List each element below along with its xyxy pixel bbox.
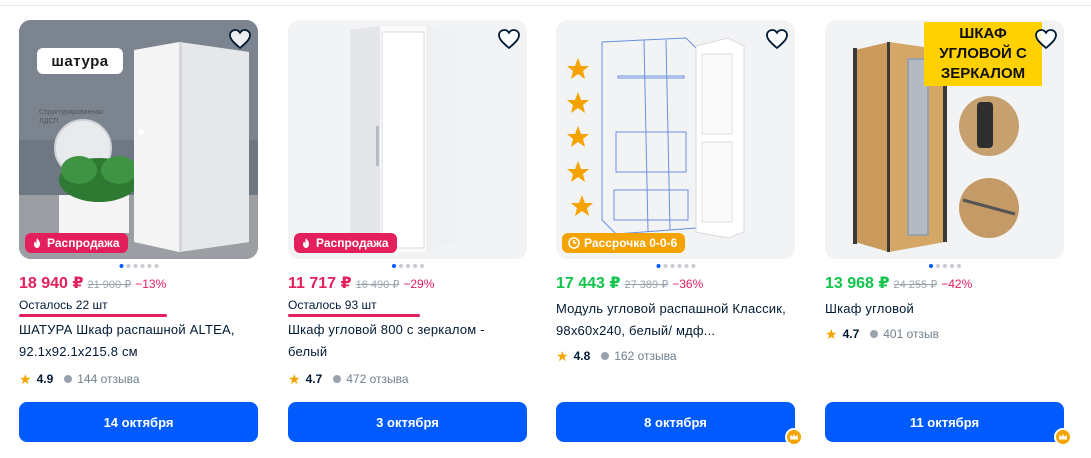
favorite-heart-icon[interactable] <box>497 28 521 50</box>
product-title[interactable]: Модуль угловой распашной Классик, 98x60x… <box>556 298 792 342</box>
image-carousel-dots[interactable] <box>391 264 424 268</box>
favorite-heart-icon[interactable] <box>228 28 252 50</box>
current-price: 11 717 ₽ <box>288 275 352 292</box>
stock-remaining: Осталось 22 шт <box>19 298 108 312</box>
product-photo[interactable]: ШКАФ УГЛОВОЙ С ЗЕРКАЛОМ <box>825 20 1064 259</box>
crown-icon <box>1054 428 1072 446</box>
installment-badge: Рассрочка 0-0-6 <box>562 233 686 253</box>
installment-icon <box>568 237 580 249</box>
current-price: 13 968 ₽ <box>825 275 890 292</box>
stock-remaining: Осталось 93 шт <box>288 298 377 312</box>
price-row: 17 443 ₽ 27 389 ₽ −36% <box>556 273 703 293</box>
product-photo[interactable]: Распродажа <box>288 20 527 259</box>
promo-label: ШКАФ УГЛОВОЙ С ЗЕРКАЛОМ <box>924 22 1042 86</box>
price-row: 18 940 ₽ 21 900 ₽ −13% <box>19 273 166 293</box>
star-icon: ★ <box>288 371 301 387</box>
product-title[interactable]: ШАТУРА Шкаф распашной ALTEA, 92.1x92.1x2… <box>19 319 255 363</box>
wardrobe-image <box>288 20 527 259</box>
current-price: 17 443 ₽ <box>556 275 621 292</box>
old-price: 21 900 ₽ <box>87 279 132 291</box>
flame-icon <box>303 238 309 248</box>
product-grid: шатура Структурированная ЛДСП Распродажа… <box>19 20 1072 450</box>
image-carousel-dots[interactable] <box>119 264 158 268</box>
rating-row[interactable]: ★ 4.7 401 отзыв <box>825 327 939 341</box>
rating-row[interactable]: ★ 4.7 472 отзыва <box>288 372 409 386</box>
star-icon: ★ <box>556 348 569 364</box>
price-row: 13 968 ₽ 24 255 ₽ −42% <box>825 273 972 293</box>
favorite-heart-icon[interactable] <box>1034 28 1058 50</box>
review-count: 162 отзыва <box>614 349 677 363</box>
product-card[interactable]: Распродажа 11 717 ₽ 16 490 ₽ −29% Остало… <box>288 20 527 450</box>
rating-value: 4.8 <box>573 349 591 363</box>
review-bubble-icon <box>64 375 73 383</box>
rating-value: 4.7 <box>842 327 860 341</box>
delivery-date-button[interactable]: 3 октября <box>288 402 527 442</box>
badge-label: Рассрочка 0-0-6 <box>584 236 678 250</box>
rating-value: 4.9 <box>36 372 54 386</box>
delivery-date-button[interactable]: 8 октября <box>556 402 795 442</box>
product-card[interactable]: ШКАФ УГЛОВОЙ С ЗЕРКАЛОМ 13 968 ₽ 24 255 … <box>825 20 1072 450</box>
flame-icon <box>34 238 40 248</box>
star-icon: ★ <box>19 371 32 387</box>
brand-note: Структурированная ЛДСП <box>39 109 103 125</box>
sale-badge: Распродажа <box>25 233 128 253</box>
product-title[interactable]: Шкаф угловой <box>825 298 1061 320</box>
wardrobe-image <box>556 20 795 259</box>
crown-icon <box>785 428 803 446</box>
product-photo[interactable]: Рассрочка 0-0-6 <box>556 20 795 259</box>
old-price: 24 255 ₽ <box>893 279 938 291</box>
review-bubble-icon <box>333 375 342 383</box>
discount-percent: −36% <box>672 277 704 291</box>
stock-bar <box>288 314 420 317</box>
rating-row[interactable]: ★ 4.9 144 отзыва <box>19 372 140 386</box>
image-carousel-dots[interactable] <box>656 264 695 268</box>
review-count: 144 отзыва <box>77 372 140 386</box>
discount-percent: −13% <box>135 277 167 291</box>
review-count: 401 отзыв <box>883 327 940 341</box>
review-bubble-icon <box>870 330 879 338</box>
top-divider <box>0 5 1091 6</box>
product-card[interactable]: Рассрочка 0-0-6 17 443 ₽ 27 389 ₽ −36% М… <box>556 20 803 450</box>
brand-logo: шатура <box>37 48 123 74</box>
current-price: 18 940 ₽ <box>19 275 84 292</box>
review-count: 472 отзыва <box>346 372 409 386</box>
star-icon: ★ <box>825 326 838 342</box>
old-price: 16 490 ₽ <box>355 279 400 291</box>
discount-percent: −29% <box>403 277 435 291</box>
product-photo[interactable]: шатура Структурированная ЛДСП Распродажа <box>19 20 258 259</box>
discount-percent: −42% <box>941 277 973 291</box>
product-title[interactable]: Шкаф угловой 800 с зеркалом - белый <box>288 319 524 363</box>
rating-value: 4.7 <box>305 372 323 386</box>
badge-label: Распродажа <box>316 236 389 250</box>
sale-badge: Распродажа <box>294 233 397 253</box>
favorite-heart-icon[interactable] <box>765 28 789 50</box>
price-row: 11 717 ₽ 16 490 ₽ −29% <box>288 273 434 293</box>
badge-label: Распродажа <box>47 236 120 250</box>
delivery-date-button[interactable]: 11 октября <box>825 402 1064 442</box>
delivery-date-button[interactable]: 14 октября <box>19 402 258 442</box>
old-price: 27 389 ₽ <box>624 279 669 291</box>
rating-row[interactable]: ★ 4.8 162 отзыва <box>556 349 677 363</box>
review-bubble-icon <box>601 352 610 360</box>
image-carousel-dots[interactable] <box>928 264 961 268</box>
stock-bar <box>19 314 167 317</box>
product-card[interactable]: шатура Структурированная ЛДСП Распродажа… <box>19 20 258 450</box>
